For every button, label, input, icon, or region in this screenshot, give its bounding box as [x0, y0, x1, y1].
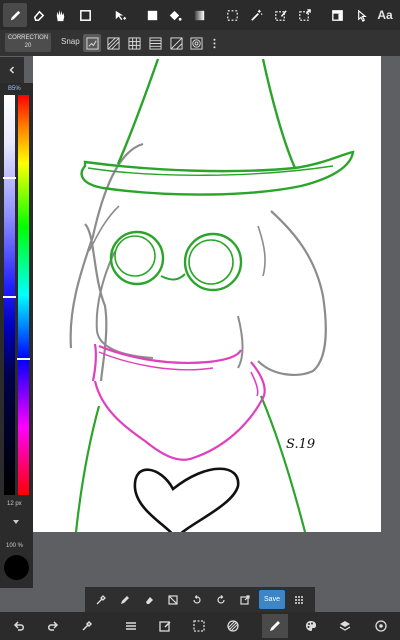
settings-icon[interactable] [368, 614, 394, 638]
quick-tool-strip: Save [85, 587, 315, 612]
fill-rect-icon[interactable] [140, 3, 164, 27]
top-toolbar: Aa [0, 0, 400, 30]
clear-layer-icon[interactable] [164, 591, 181, 608]
sub-toolbar: CORRECTION 20 Snap [0, 30, 400, 56]
gradient-icon[interactable] [187, 3, 211, 27]
correction-label: CORRECTION [7, 35, 49, 41]
hand-tool-icon[interactable] [48, 3, 72, 27]
move-tool-icon[interactable] [107, 3, 131, 27]
text-tool-label: Aa [377, 8, 393, 22]
magic-wand-icon[interactable] [244, 3, 268, 27]
marquee-select-icon[interactable] [220, 3, 244, 27]
snap-cross-icon[interactable] [125, 34, 143, 52]
collapse-panel-button[interactable] [0, 57, 24, 83]
eraser-tool-icon[interactable] [26, 3, 50, 27]
artist-signature: S.19 [286, 437, 315, 452]
pen-tool-icon[interactable] [3, 3, 27, 27]
pen-quick-icon[interactable] [116, 591, 133, 608]
snap-off-icon[interactable] [83, 34, 101, 52]
current-color-swatch[interactable] [4, 555, 29, 580]
brightness-marker[interactable] [3, 177, 16, 179]
snap-radial-icon[interactable] [167, 34, 185, 52]
bottom-navigation-bar [0, 612, 400, 640]
snap-circle-icon[interactable] [187, 34, 205, 52]
hue-slider[interactable] [18, 95, 29, 495]
more-options-icon[interactable] [205, 34, 223, 52]
layers-panel-icon[interactable] [325, 3, 349, 27]
snap-grid-icon[interactable] [146, 34, 164, 52]
select-area-icon[interactable] [186, 614, 212, 638]
edit-selection-icon[interactable] [152, 614, 178, 638]
palette-icon[interactable] [298, 614, 324, 638]
rotate-right-icon[interactable] [212, 591, 229, 608]
rotate-left-icon[interactable] [188, 591, 205, 608]
eyedropper-bottom-icon[interactable] [74, 614, 100, 638]
save-label: Save [264, 596, 280, 603]
correction-button[interactable]: CORRECTION 20 [5, 33, 51, 52]
brush-icon[interactable] [262, 614, 288, 638]
brush-size-arrow-icon[interactable] [13, 520, 19, 524]
snap-parallel-icon[interactable] [104, 34, 122, 52]
layers-icon[interactable] [332, 614, 358, 638]
eraser-quick-icon[interactable] [140, 591, 157, 608]
opacity-label: 100 % [6, 543, 24, 549]
export-icon[interactable] [236, 591, 253, 608]
redo-icon[interactable] [40, 614, 66, 638]
grid-menu-icon[interactable] [290, 591, 307, 608]
brightness-label: B5% [8, 86, 21, 92]
deselect-icon[interactable] [220, 614, 246, 638]
select-pen-icon[interactable] [268, 3, 292, 27]
brightness-marker-2[interactable] [3, 296, 16, 298]
drawing-artwork: S.19 [69, 58, 355, 532]
text-tool-icon[interactable]: Aa [373, 3, 397, 27]
undo-icon[interactable] [6, 614, 32, 638]
transform-icon[interactable] [292, 3, 316, 27]
brightness-slider[interactable] [4, 95, 15, 495]
rectangle-select-icon[interactable] [73, 3, 97, 27]
chevron-left-icon [9, 66, 15, 74]
snap-label: Snap [61, 37, 80, 46]
hue-marker[interactable] [17, 358, 30, 360]
menu-icon[interactable] [118, 614, 144, 638]
correction-value: 20 [24, 43, 32, 49]
color-panel: B5% 12 px 100 % [0, 83, 33, 588]
save-button[interactable]: Save [259, 590, 285, 609]
brush-size-label: 12 px [7, 501, 22, 507]
drawing-canvas[interactable]: S.19 [33, 56, 381, 532]
bucket-fill-icon[interactable] [162, 3, 186, 27]
pointer-icon[interactable] [349, 3, 373, 27]
eyedropper-icon[interactable] [92, 591, 109, 608]
